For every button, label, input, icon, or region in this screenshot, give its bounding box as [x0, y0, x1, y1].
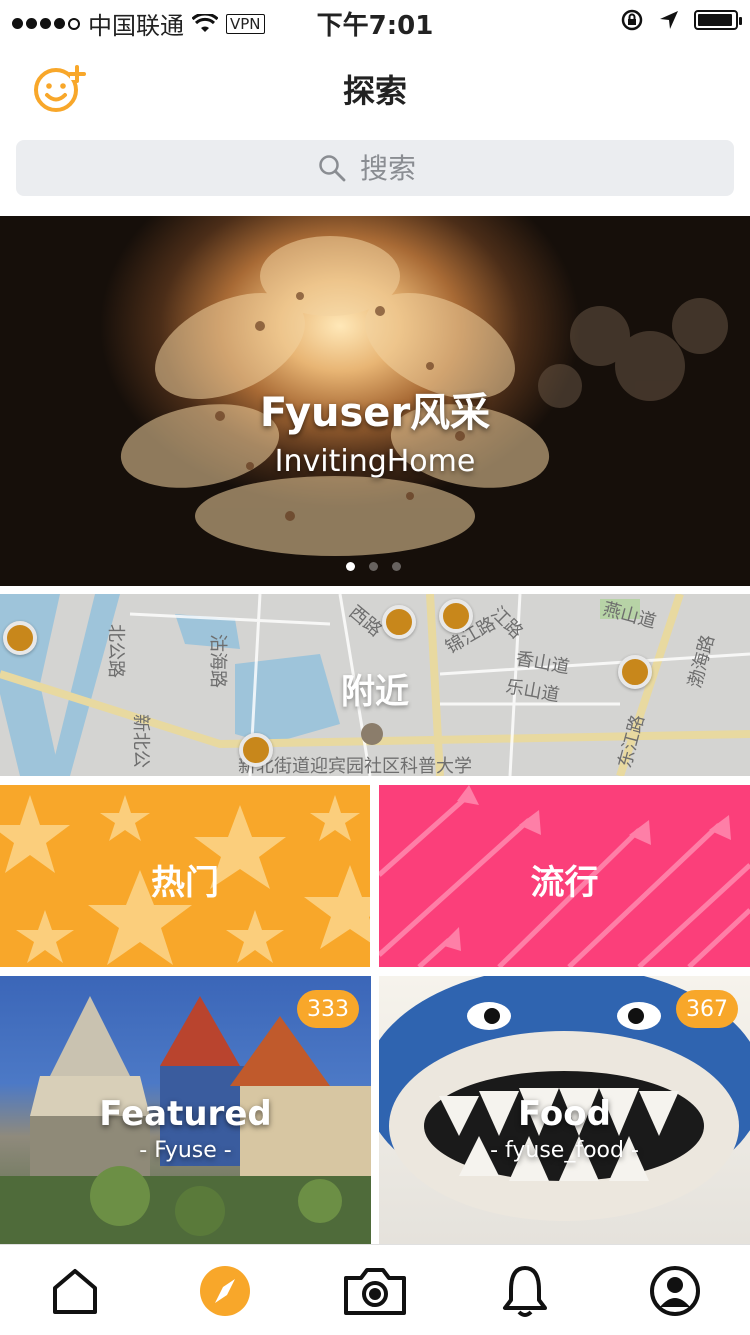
search-input[interactable] — [358, 150, 432, 186]
map-label: 新北街道迎宾园社区科普大学 — [238, 756, 472, 776]
explore-compass-icon — [200, 1266, 250, 1316]
status-right — [620, 8, 742, 32]
tab-home[interactable] — [43, 1259, 107, 1323]
profile-icon — [650, 1266, 700, 1316]
battery-icon — [694, 10, 742, 30]
tab-camera[interactable] — [343, 1259, 407, 1323]
map-pin[interactable] — [382, 605, 416, 639]
hot-label: 热门 — [151, 863, 219, 903]
nearby-tile[interactable]: 北公路 西路 锦江路 江路 燕山道 沽海路 香山道 乐山道 新北公 渤海路 东江… — [0, 594, 750, 776]
map-label: 东江路 — [615, 713, 649, 771]
map-label: 江路 — [486, 603, 526, 643]
hot-tile[interactable]: 热门 — [0, 785, 370, 967]
pager-dot[interactable] — [392, 562, 401, 571]
location-arrow-icon — [660, 11, 678, 29]
banner-pager[interactable] — [346, 562, 401, 571]
pager-dot[interactable] — [369, 562, 378, 571]
collection-subtitle: - Fyuse - — [139, 1138, 232, 1163]
collection-title: Featured — [99, 1094, 272, 1134]
featured-banner[interactable]: Fyuser风采 InvitingHome — [0, 216, 750, 586]
banner-title: Fyuser风采 — [259, 390, 491, 436]
tab-explore[interactable] — [193, 1259, 257, 1323]
bell-icon — [503, 1266, 547, 1317]
map-pin[interactable] — [239, 733, 273, 767]
collection-title: Food — [518, 1094, 611, 1134]
camera-icon — [344, 1268, 406, 1315]
map-label: 新北公 — [130, 714, 151, 768]
page-title: 探索 — [342, 72, 407, 110]
nav-bar: 探索 — [0, 40, 750, 132]
collection-card-featured[interactable]: 333 Featured - Fyuse - — [0, 976, 371, 1244]
tab-bar — [0, 1244, 750, 1335]
trending-tile[interactable]: 流行 — [379, 785, 750, 967]
status-bar: 中国联通 VPN 下午7:01 — [0, 0, 750, 41]
search-icon — [319, 155, 346, 182]
collection-subtitle: - fyuse_food - — [490, 1138, 639, 1163]
nearby-label: 附近 — [341, 672, 409, 712]
count-badge: 333 — [297, 990, 359, 1028]
banner-subtitle: InvitingHome — [274, 444, 476, 479]
rotation-lock-icon — [621, 9, 643, 31]
search-bar[interactable] — [16, 140, 734, 196]
map-pin[interactable] — [439, 599, 473, 633]
collection-card-food[interactable]: 367 Food - fyuse_food - — [379, 976, 750, 1244]
pager-dot[interactable] — [346, 562, 355, 571]
school-poi-icon — [361, 723, 383, 745]
tab-profile[interactable] — [643, 1259, 707, 1323]
trending-label: 流行 — [530, 863, 599, 903]
map-pin[interactable] — [3, 621, 37, 655]
map-label: 西路 — [345, 602, 386, 641]
tab-notifications[interactable] — [493, 1259, 557, 1323]
home-icon — [53, 1269, 97, 1314]
count-badge: 367 — [676, 990, 738, 1028]
